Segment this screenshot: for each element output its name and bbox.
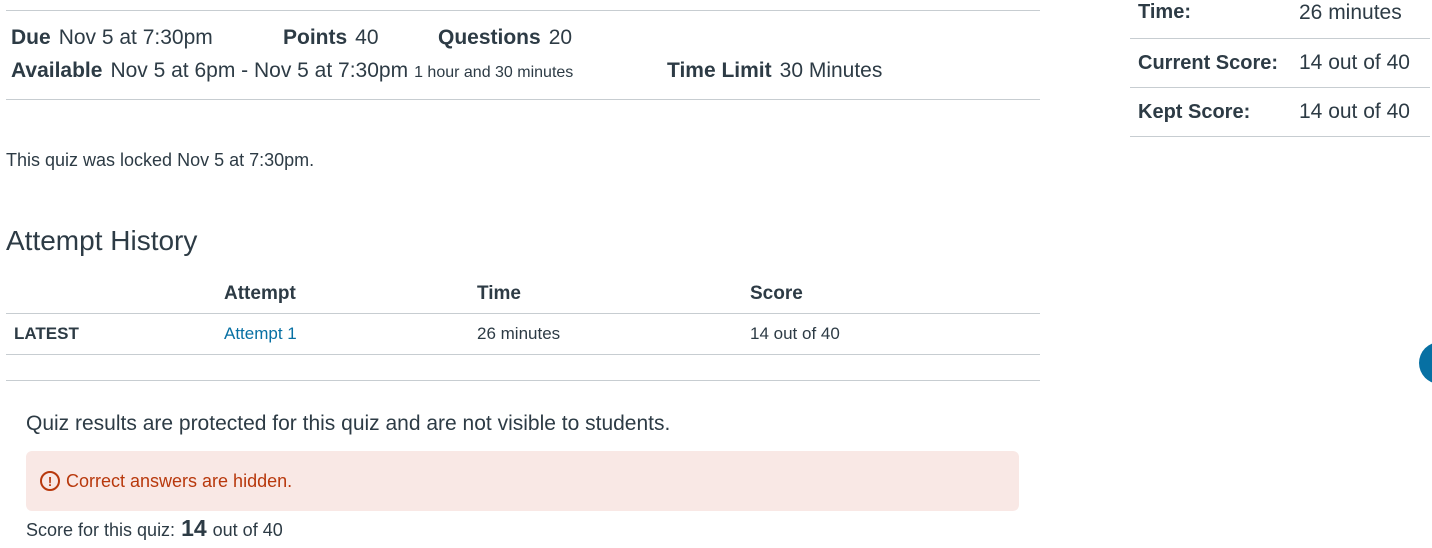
quiz-score-line: Score for this quiz: 14 out of 40 [26, 515, 283, 542]
points-label: Points [283, 26, 348, 49]
score-prefix: Score for this quiz: [26, 520, 176, 540]
time-limit-value: 30 Minutes [779, 59, 883, 82]
warning-circle-icon: ! [40, 471, 60, 491]
latest-tag: LATEST [6, 313, 224, 355]
hidden-answers-alert: ! Correct answers are hidden. [26, 451, 1019, 511]
points-value: 40 [355, 26, 379, 49]
column-header-score: Score [750, 276, 1040, 314]
sidebar-current-score-label: Current Score: [1138, 51, 1279, 74]
table-header-row: Attempt Time Score [6, 276, 1040, 314]
score-value: 14 [181, 515, 207, 541]
sidebar-time-label: Time: [1138, 1, 1191, 23]
sidebar-kept-score-label: Kept Score: [1138, 100, 1251, 123]
time-cell: 26 minutes [477, 313, 750, 355]
table-row: LATEST Attempt 1 26 minutes 14 out of 40 [6, 313, 1040, 355]
sidebar-row-time: Time: 26 minutes [1130, 0, 1430, 39]
sidebar-row-kept-score: Kept Score: 14 out of 40 [1130, 88, 1430, 137]
available-duration: 1 hour and 30 minutes [414, 64, 574, 81]
points-item: Points 40 [283, 26, 438, 50]
available-label: Available [11, 59, 103, 82]
questions-label: Questions [438, 26, 541, 49]
section-divider [6, 380, 1040, 381]
details-row-1: Due Nov 5 at 7:30pm Points 40 Questions … [11, 26, 572, 50]
column-header-tag [6, 276, 224, 314]
available-value: Nov 5 at 6pm - Nov 5 at 7:30pm [110, 59, 409, 82]
questions-item: Questions 20 [438, 26, 572, 50]
help-fab-icon[interactable] [1419, 342, 1432, 384]
quiz-details: Due Nov 5 at 7:30pm Points 40 Questions … [6, 10, 1040, 100]
attempt-history-table: Attempt Time Score LATEST Attempt 1 26 m… [6, 276, 1040, 355]
column-header-attempt: Attempt [224, 276, 477, 314]
score-cell: 14 out of 40 [750, 313, 1040, 355]
due-label: Due [11, 26, 51, 49]
details-row-2: Available Nov 5 at 6pm - Nov 5 at 7:30pm… [11, 59, 882, 83]
available-item: Available Nov 5 at 6pm - Nov 5 at 7:30pm… [11, 59, 667, 83]
score-suffix: out of 40 [212, 520, 283, 540]
locked-message: This quiz was locked Nov 5 at 7:30pm. [6, 150, 315, 170]
attempt-cell: Attempt 1 [224, 313, 477, 355]
attempt-1-link[interactable]: Attempt 1 [224, 324, 297, 343]
sidebar-row-current-score: Current Score: 14 out of 40 [1130, 39, 1430, 88]
sidebar-current-score-value: 14 out of 40 [1299, 51, 1410, 74]
sidebar-time-value: 26 minutes [1299, 1, 1402, 24]
time-limit-item: Time Limit 30 Minutes [667, 59, 882, 83]
due-value: Nov 5 at 7:30pm [58, 26, 213, 49]
attempt-history-heading: Attempt History [6, 225, 198, 256]
time-limit-label: Time Limit [667, 59, 772, 82]
submission-sidebar: Time: 26 minutes Current Score: 14 out o… [1130, 0, 1430, 137]
protected-results-message: Quiz results are protected for this quiz… [26, 412, 671, 435]
questions-value: 20 [548, 26, 573, 49]
column-header-time: Time [477, 276, 750, 314]
sidebar-kept-score-value: 14 out of 40 [1299, 100, 1410, 123]
alert-text: Correct answers are hidden. [66, 470, 293, 491]
quiz-page: Due Nov 5 at 7:30pm Points 40 Questions … [0, 0, 1432, 548]
due-item: Due Nov 5 at 7:30pm [11, 26, 283, 50]
